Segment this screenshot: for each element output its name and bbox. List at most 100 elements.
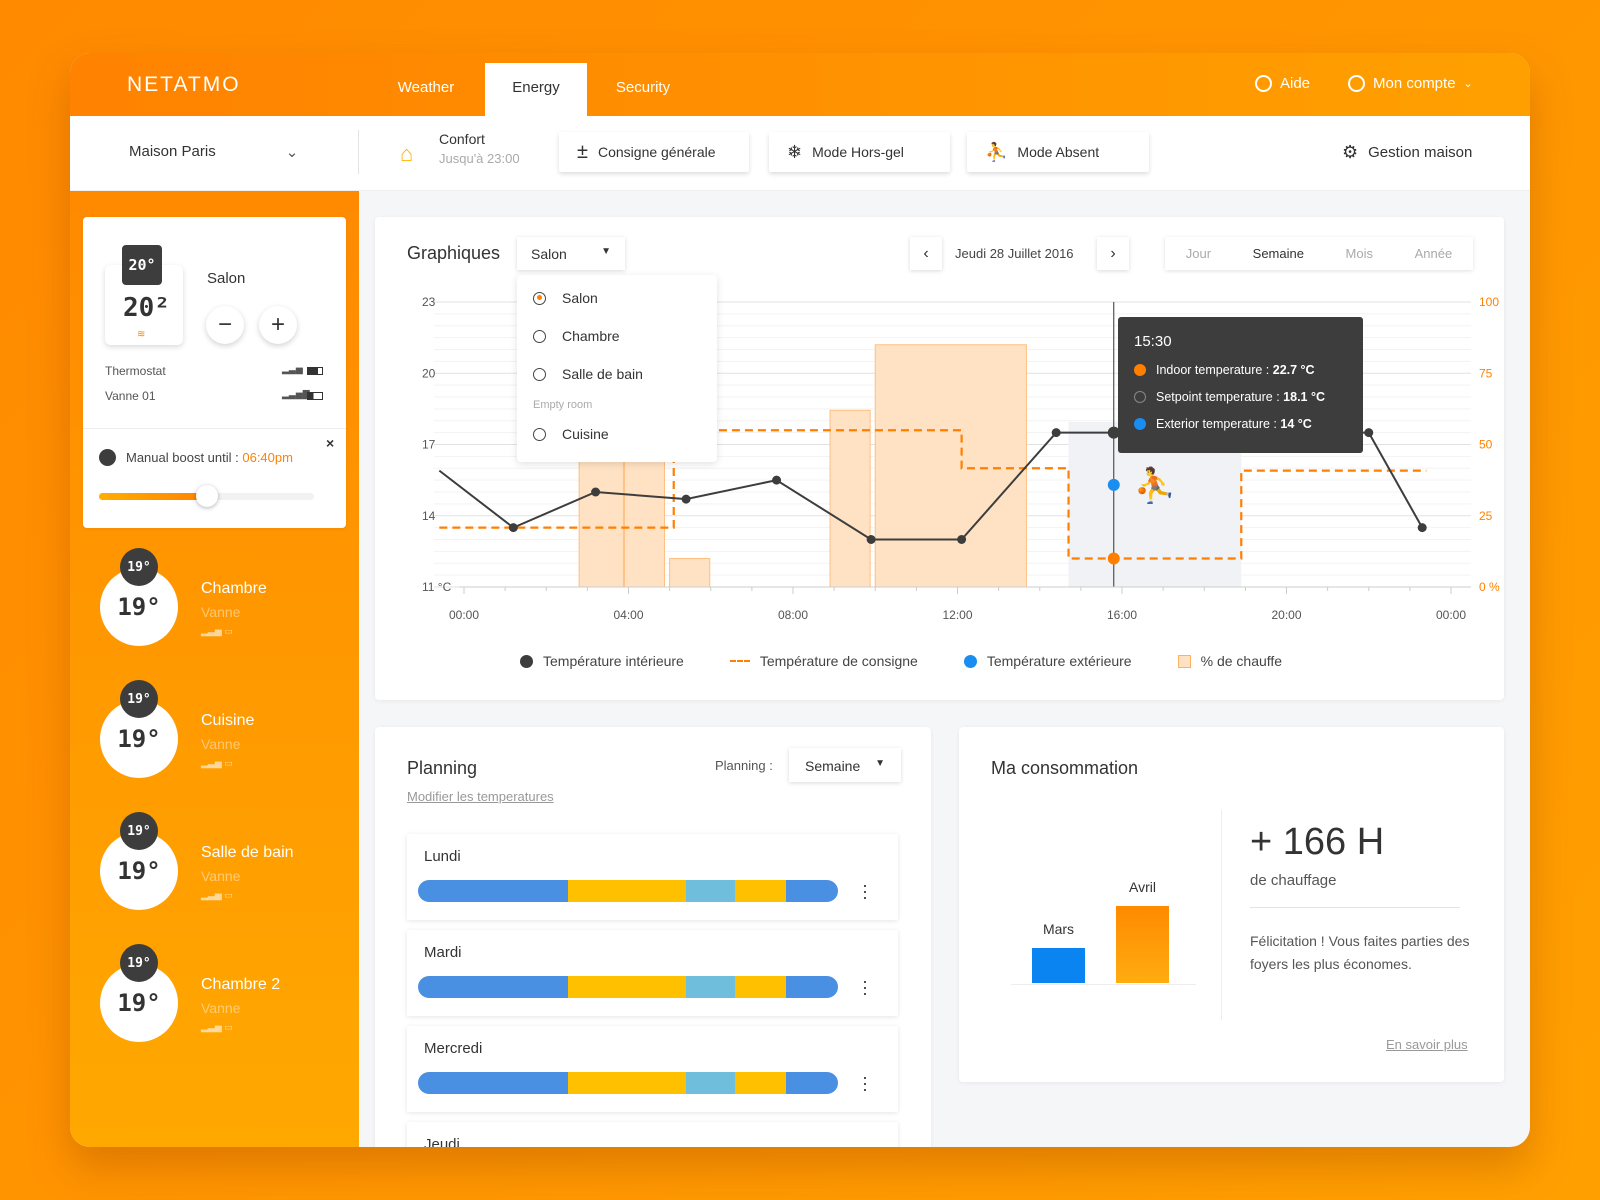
planning-day-row[interactable]: Mardi · · · (407, 930, 898, 1016)
legend-label: Température intérieure (543, 653, 684, 669)
square-icon (1177, 654, 1191, 668)
divider (1221, 810, 1222, 1020)
y2-tick-label: 25 (1479, 509, 1493, 523)
y-tick-label: 11 °C (422, 580, 452, 594)
indoor-point (1417, 523, 1427, 533)
dot-icon (520, 654, 533, 668)
x-tick-label: 16:00 (1107, 608, 1137, 622)
more-options-icon[interactable]: · · · (862, 972, 868, 1002)
indoor-point (866, 535, 876, 544)
indoor-point (1051, 428, 1061, 438)
caret-down-icon: ▼ (875, 758, 885, 769)
planning-select-label: Planning : (715, 758, 773, 773)
tooltip-row: Setpoint temperature : 18.1 °C (1134, 390, 1347, 404)
schedule-bar[interactable] (418, 880, 838, 902)
legend-label: Température extérieure (986, 653, 1132, 669)
schedule-segment-comfort (734, 1072, 786, 1094)
tooltip-text: Exterior temperature : 14 °C (1156, 417, 1312, 431)
x-tick-label: 00:00 (1436, 608, 1466, 622)
y2-tick-label: 0 % (1479, 580, 1500, 594)
consumption-bar-label: Mars (1042, 921, 1075, 937)
x-tick-label: 20:00 (1271, 608, 1301, 622)
exit-home-icon: ⛹ (1134, 465, 1176, 505)
dropdown-option[interactable]: Cuisine (517, 415, 717, 453)
indoor-point (1364, 428, 1374, 438)
schedule-segment-night (418, 976, 568, 998)
schedule-segment-comfort (567, 1072, 687, 1094)
schedule-bar[interactable] (418, 1072, 838, 1094)
dot-icon (963, 654, 977, 668)
app-window: NETATMO Weather Energy Security Aide Mon… (70, 53, 1530, 1147)
planning-select-value: Semaine (805, 758, 861, 774)
legend-heating: % de chauffe (1177, 653, 1282, 669)
consumption-message: Félicitation ! Vous faites parties des f… (1250, 933, 1470, 972)
exterior-point (1107, 478, 1120, 491)
x-tick-label: 04:00 (613, 608, 643, 622)
schedule-segment-night (785, 1072, 838, 1094)
learn-more-link[interactable]: En savoir plus (1386, 1037, 1468, 1052)
y-tick-label: 23 (422, 295, 436, 309)
indoor-point (772, 475, 782, 485)
tooltip-label: Exterior temperature : (1156, 417, 1277, 431)
indoor-point (508, 523, 518, 533)
dropdown-option[interactable]: Salle de bain (517, 355, 717, 393)
heating-bar (829, 409, 871, 588)
day-label: Mardi (424, 944, 462, 961)
schedule-segment-comfort (567, 880, 687, 902)
tooltip-value: 22.7 °C (1272, 363, 1315, 377)
option-label: Salle de bain (562, 366, 643, 382)
dash-icon (729, 660, 750, 662)
day-label: Jeudi (424, 1136, 460, 1147)
heating-bar (669, 558, 711, 588)
y-tick-label: 14 (422, 509, 436, 523)
y2-tick-label: 50 (1479, 438, 1493, 452)
radio-icon (533, 427, 546, 441)
tooltip-value: 18.1 °C (1283, 390, 1325, 404)
planning-day-row[interactable]: Lundi · · · (407, 834, 898, 920)
chart-legend: Température intérieure Température de co… (520, 653, 1282, 669)
consumption-bar (1032, 948, 1085, 983)
x-tick-label: 12:00 (942, 608, 972, 622)
radio-icon (533, 367, 546, 381)
heating-bar (874, 344, 1027, 588)
consumption-bar (1116, 906, 1169, 983)
tooltip-time: 15:30 (1134, 333, 1172, 350)
schedule-segment-night (785, 976, 838, 998)
heating-hours-label: de chauffage (1250, 872, 1337, 889)
schedule-segment-comfort (567, 976, 687, 998)
indoor-point (591, 487, 601, 497)
schedule-segment-eco (686, 976, 735, 998)
modify-temperatures-link[interactable]: Modifier les temperatures (407, 789, 554, 804)
legend-indoor: Température intérieure (520, 653, 684, 669)
consumption-card: Ma consommation Mars Avril + 166 H de cha… (959, 727, 1504, 1082)
legend-setpoint: Température de consigne (729, 653, 918, 669)
schedule-segment-comfort (734, 976, 786, 998)
tooltip-value: 14 °C (1280, 417, 1312, 431)
option-label: Cuisine (562, 426, 609, 442)
more-options-icon[interactable]: · · · (862, 1068, 868, 1098)
chart-baseline (1011, 984, 1196, 985)
tooltip-row: Exterior temperature : 14 °C (1134, 417, 1347, 431)
schedule-segment-eco (686, 880, 735, 902)
day-label: Lundi (424, 848, 461, 865)
schedule-segment-night (785, 880, 838, 902)
x-tick-label: 08:00 (778, 608, 808, 622)
tooltip-text: Setpoint temperature : 18.1 °C (1156, 390, 1325, 404)
tooltip-label: Indoor temperature : (1156, 363, 1270, 377)
y2-tick-label: 75 (1479, 366, 1493, 380)
dropdown-option[interactable]: Salon (517, 279, 717, 317)
planning-day-row[interactable]: Mercredi · · · (407, 1026, 898, 1112)
dropdown-option[interactable]: Chambre (517, 317, 717, 355)
radio-icon (533, 329, 546, 343)
tooltip-row: Indoor temperature : 22.7 °C (1134, 363, 1347, 377)
planning-day-row[interactable]: Jeudi (407, 1122, 898, 1147)
y-tick-label: 20 (422, 366, 436, 380)
schedule-bar[interactable] (418, 976, 838, 998)
tooltip-label: Setpoint temperature : (1156, 390, 1280, 404)
dot-icon (1134, 364, 1146, 376)
indoor-point (681, 494, 691, 504)
chart-tooltip: 15:30 Indoor temperature : 22.7 °C Setpoi… (1118, 317, 1363, 453)
planning-select[interactable]: Semaine ▼ (789, 748, 901, 782)
consumption-title: Ma consommation (991, 758, 1139, 778)
more-options-icon[interactable]: · · · (862, 876, 868, 906)
